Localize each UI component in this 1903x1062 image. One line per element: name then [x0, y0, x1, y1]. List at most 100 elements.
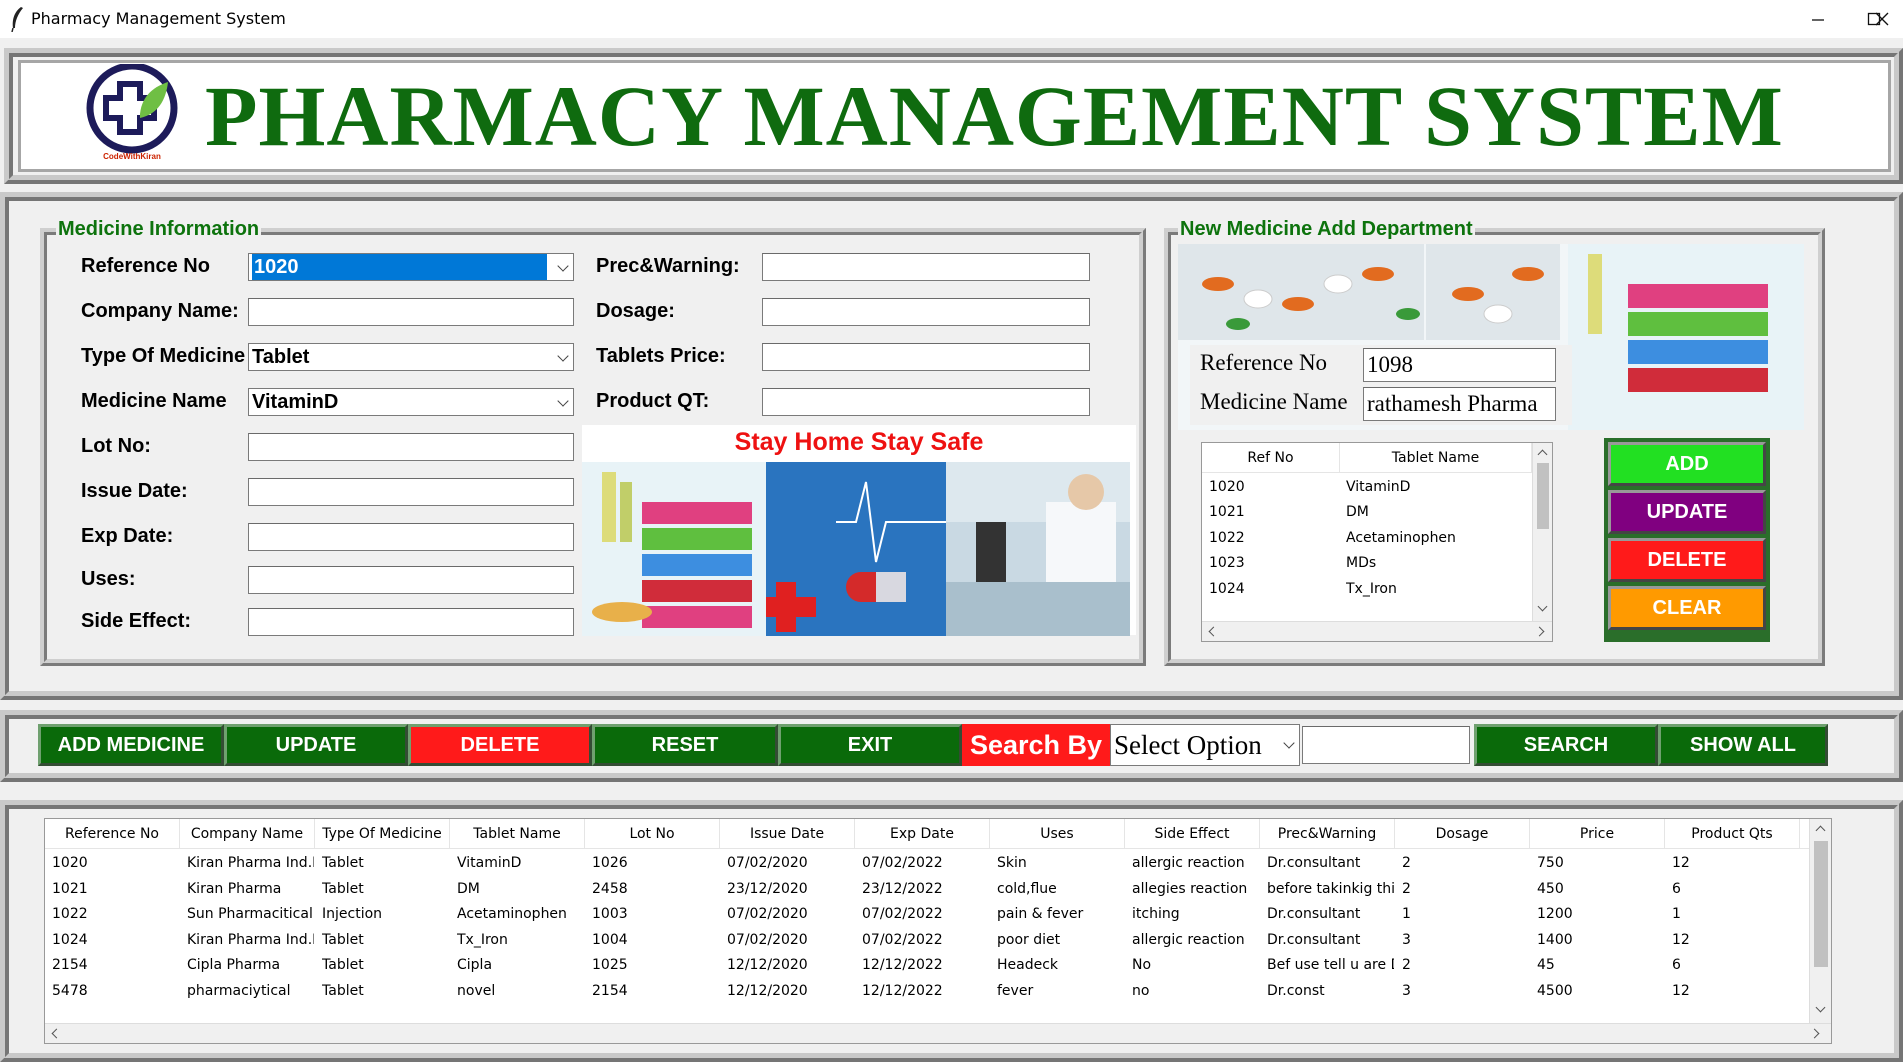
type-of-medicine-combobox[interactable]: Tablet: [248, 343, 574, 371]
clear-button[interactable]: CLEAR: [1608, 586, 1766, 630]
toolbar-delete-button[interactable]: DELETE: [408, 724, 592, 766]
reset-button[interactable]: RESET: [592, 724, 778, 766]
new-ref-no-field[interactable]: 1098: [1363, 348, 1556, 382]
issue-date-field[interactable]: [248, 478, 574, 506]
table-row[interactable]: 1021 Kiran Pharma Tablet DM 2458 23/12/2020 23…: [45, 877, 1809, 902]
medicine-name-combobox[interactable]: VitaminD: [248, 388, 574, 416]
exp-date-field[interactable]: [248, 523, 574, 551]
records-col-header[interactable]: Price: [1530, 819, 1665, 849]
search-input[interactable]: [1302, 726, 1470, 764]
table-cell: Tablet: [322, 880, 364, 897]
records-col-header[interactable]: Company Name: [180, 819, 315, 849]
delete-button[interactable]: DELETE: [1608, 538, 1766, 582]
new-medicine-title: New Medicine Add Department: [1178, 218, 1475, 241]
minimize-icon: [1812, 19, 1824, 21]
scroll-left-icon: [1208, 626, 1219, 637]
col-tablet-name[interactable]: Tablet Name: [1340, 443, 1532, 473]
table-cell: allergic reaction: [1132, 855, 1245, 871]
table-cell: 1004: [592, 931, 628, 948]
records-col-header[interactable]: Tablet Name: [450, 819, 585, 849]
table-cell: 5478: [52, 982, 88, 999]
records-col-header[interactable]: Dosage: [1395, 819, 1530, 849]
table-cell: 3: [1402, 931, 1411, 948]
lot-no-label: Lot No:: [81, 435, 151, 457]
ref-no-label: Reference No: [81, 255, 210, 277]
table-cell: 750: [1537, 855, 1564, 871]
company-name-field[interactable]: [248, 298, 574, 326]
records-col-header[interactable]: Uses: [990, 819, 1125, 849]
table-cell: allergic reaction: [1132, 931, 1245, 948]
side-effect-field[interactable]: [248, 608, 574, 636]
records-vertical-scrollbar[interactable]: [1809, 819, 1831, 1023]
table-cell: 12/12/2022: [862, 982, 943, 999]
table-cell: Dr.consultant: [1267, 931, 1361, 948]
banner-text: Stay Home Stay Safe: [734, 428, 984, 456]
records-col-header[interactable]: Reference No: [45, 819, 180, 849]
table-cell: 1024: [52, 931, 88, 948]
table-row[interactable]: 2154 Cipla Pharma Tablet Cipla 1025 12/12/202…: [45, 953, 1809, 978]
product-qty-field[interactable]: [762, 388, 1090, 416]
table-cell: 12/12/2020: [727, 957, 808, 973]
ref-no-combobox[interactable]: 1020: [248, 253, 574, 281]
new-medicine-name-field[interactable]: rathamesh Pharma: [1363, 387, 1556, 421]
scroll-thumb[interactable]: [1814, 841, 1828, 967]
search-button[interactable]: SEARCH: [1474, 724, 1658, 766]
table-row[interactable]: 5478 pharmaciytical Tablet novel 2154 12/12/2…: [45, 979, 1809, 1004]
records-horizontal-scrollbar[interactable]: [45, 1023, 1831, 1043]
records-col-header[interactable]: Prec&Warning: [1260, 819, 1395, 849]
update-button[interactable]: UPDATE: [1608, 490, 1766, 534]
table-cell: 07/02/2022: [862, 855, 943, 871]
records-col-header[interactable]: Lot No: [585, 819, 720, 849]
records-col-header[interactable]: Product Qts: [1665, 819, 1800, 849]
toolbar-update-button[interactable]: UPDATE: [224, 724, 408, 766]
dosage-field[interactable]: [762, 298, 1090, 326]
table-row[interactable]: 1022 Sun Pharmacitical I Injection Acetamin…: [45, 902, 1809, 927]
scroll-right-icon: [1534, 626, 1545, 637]
table-cell: Skin: [997, 855, 1027, 871]
prec-warning-field[interactable]: [762, 253, 1090, 281]
medical-xray-image: [766, 462, 946, 636]
add-button[interactable]: ADD: [1608, 442, 1766, 486]
search-by-combobox[interactable]: Select Option: [1110, 724, 1300, 766]
table-cell: Tablet: [322, 982, 364, 999]
col-ref-no[interactable]: Ref No: [1202, 443, 1340, 473]
side-effect-label: Side Effect:: [81, 610, 192, 632]
table-cell: VitaminD: [457, 855, 522, 871]
table-cell: 2154: [52, 957, 88, 973]
table-cell: 1026: [592, 855, 628, 871]
table-row[interactable]: 1024 Kiran Pharma Ind.Lt Tablet Tx_Iron 1004…: [45, 928, 1809, 953]
medicine-list-table[interactable]: Ref No Tablet Name 1020 VitaminD 1021 DM…: [1201, 442, 1553, 642]
table-cell: 4500: [1537, 982, 1573, 999]
lot-no-field[interactable]: [248, 433, 574, 461]
uses-field[interactable]: [248, 566, 574, 594]
tablets-price-field[interactable]: [762, 343, 1090, 371]
records-col-header[interactable]: Side Effect: [1125, 819, 1260, 849]
table-cell: 1021: [52, 880, 88, 897]
records-col-header[interactable]: Issue Date: [720, 819, 855, 849]
medicine-info-title: Medicine Information: [56, 218, 262, 241]
add-medicine-button[interactable]: ADD MEDICINE: [38, 724, 224, 766]
minimize-button[interactable]: [1790, 0, 1846, 38]
cell-ref: 1023: [1209, 555, 1245, 571]
table-cell: 6: [1672, 880, 1681, 897]
vertical-scrollbar[interactable]: [1532, 443, 1552, 621]
table-row[interactable]: 1020 Kiran Pharma Ind.Lt Tablet VitaminD 102…: [45, 851, 1809, 876]
medicine-name-value: VitaminD: [252, 391, 339, 413]
exit-button[interactable]: EXIT: [778, 724, 962, 766]
records-table[interactable]: Reference No Company Name Type Of Medicine…: [44, 818, 1832, 1044]
table-cell: pain & fever: [997, 906, 1084, 922]
table-cell: Kiran Pharma: [187, 880, 282, 897]
records-col-header[interactable]: Type Of Medicine: [315, 819, 450, 849]
cell-name: Tx_Iron: [1346, 581, 1397, 597]
close-button[interactable]: [1860, 0, 1903, 38]
horizontal-scrollbar[interactable]: [1202, 621, 1552, 641]
chevron-down-icon: [1283, 737, 1295, 749]
show-all-button[interactable]: SHOW ALL: [1658, 724, 1828, 766]
table-cell: Kiran Pharma Ind.Lt: [187, 931, 314, 948]
exp-date-label: Exp Date:: [81, 525, 174, 547]
records-col-header[interactable]: Exp Date: [855, 819, 990, 849]
scroll-thumb[interactable]: [1537, 463, 1549, 529]
logo-caption: CodeWithKiran: [103, 152, 161, 161]
close-icon: [1875, 12, 1888, 26]
window-titlebar: Pharmacy Management System: [0, 0, 1903, 38]
